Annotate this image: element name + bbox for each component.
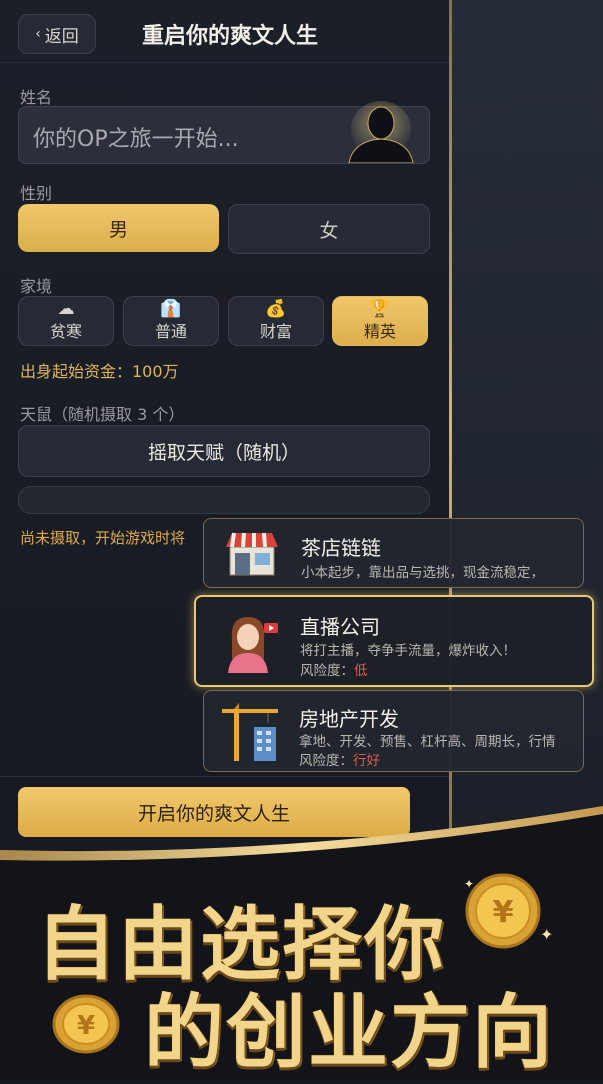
shirt-icon: 👔 [160,299,182,319]
trophy-icon: 🏆 [369,299,391,319]
divider [0,776,449,777]
gold-coin-icon: ¥ [465,873,541,949]
sparkle-icon: ✦ [540,925,554,944]
career-card-real-estate[interactable]: 房地产开发 拿地、开发、预售、杠杆高、周期长，行情 风险度：行好 [203,690,584,772]
career-card-live-streaming[interactable]: 直播公司 将打主播，夺争手流量，爆炸收入！ 风险度：低 [194,595,594,687]
streamer-icon [228,617,278,673]
sparkle-icon: ✦ [464,877,475,891]
gender-male-button[interactable]: 男 [18,204,219,252]
svg-text:¥: ¥ [77,1011,95,1041]
name-placeholder: 你的OP之旅一开始... [33,127,239,152]
starting-fund-text: 出身起始资金：100万 [20,362,179,381]
svg-text:¥: ¥ [493,895,514,930]
family-option-poor[interactable]: ☁ 贫寒 [18,296,114,346]
talent-label: 天鼠（随机摄取 3 个） [20,405,185,424]
crane-building-icon [222,703,278,761]
money-bag-icon: 💰 [265,299,287,319]
name-input[interactable]: 你的OP之旅一开始... [18,101,430,164]
gender-female-button[interactable]: 女 [228,204,430,254]
card-title: 房地产开发 [299,707,399,731]
risk-value: 低 [354,663,368,679]
slogan-line-2: 的创业方向 [144,986,554,1079]
cloud-icon: ☁ [57,299,75,319]
family-option-normal[interactable]: 👔 普通 [123,296,219,346]
card-description: 将打主播，夺争手流量，爆炸收入！ [300,643,516,659]
card-description: 拿地、开发、预售、杠杆高、周期长，行情 [299,734,556,750]
risk-value: 行好 [353,753,380,769]
talent-note: 尚未摄取，开始游戏时将 [20,529,186,547]
career-card-tea-shop[interactable]: 茶店链链 小本起步，靠出品与选挑，现金流稳定， [203,518,584,588]
avatar-silhouette-icon [348,101,414,163]
draw-talent-button[interactable]: 摇取天赋（随机） [18,425,430,477]
card-description: 小本起步，靠出品与选挑，现金流稳定， [301,565,544,581]
chevron-left-icon: ‹ [35,26,41,42]
shop-icon [226,532,278,576]
gold-coin-icon: ¥ [52,994,120,1054]
back-button[interactable]: ‹ 返回 [18,14,96,54]
family-option-label: 贫寒 [49,322,82,341]
family-option-elite[interactable]: 🏆 精英 [332,296,428,346]
gender-label: 性别 [20,184,53,203]
card-risk: 风险度：低 [300,659,368,679]
family-option-label: 普通 [154,322,187,341]
family-option-label: 精英 [363,322,396,341]
card-title: 茶店链链 [301,536,381,560]
family-option-label: 财富 [259,322,292,341]
top-bar: ‹ 返回 重启你的爽文人生 [0,0,449,63]
risk-label: 风险度： [299,753,353,769]
risk-label: 风险度： [300,663,354,679]
page-title: 重启你的爽文人生 [141,24,318,49]
back-label: 返回 [44,26,79,47]
name-label: 姓名 [20,88,53,107]
talent-slot-bar [18,486,430,514]
card-risk: 风险度：行好 [299,749,380,769]
family-option-wealthy[interactable]: 💰 财富 [228,296,324,346]
family-label: 家境 [20,277,53,296]
card-title: 直播公司 [300,615,380,639]
